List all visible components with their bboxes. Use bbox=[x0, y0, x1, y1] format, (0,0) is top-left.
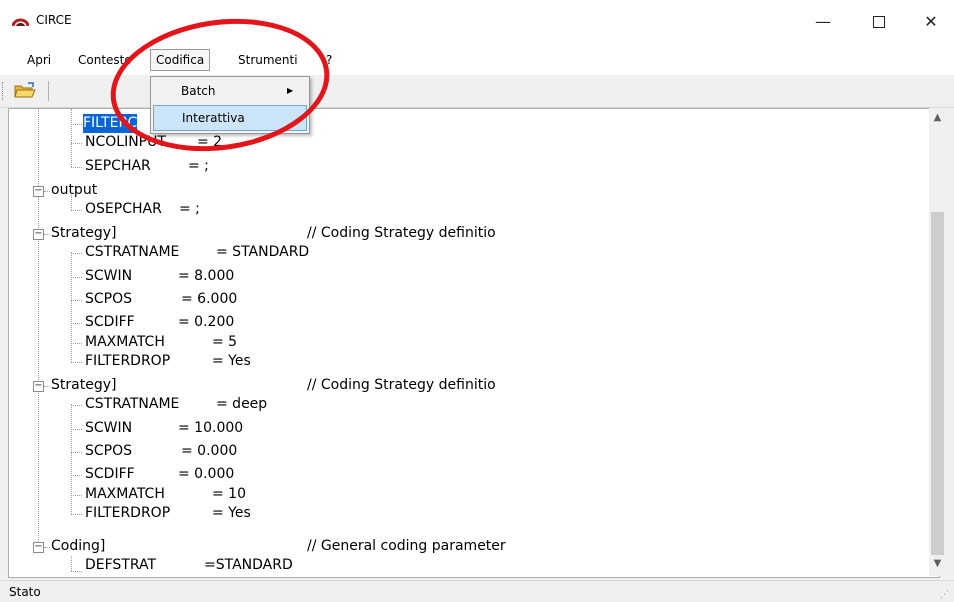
toolbar-separator bbox=[48, 81, 49, 101]
tree-node-osepchar[interactable]: OSEPCHAR = ; bbox=[85, 200, 200, 219]
tree-line bbox=[71, 253, 82, 254]
tree-line bbox=[71, 277, 82, 278]
title-bar: CIRCE — ✕ bbox=[0, 0, 954, 44]
tree-line bbox=[71, 495, 82, 496]
tree-node-scwin[interactable]: SCWIN = 10.000 bbox=[85, 419, 243, 438]
tree-line bbox=[71, 556, 72, 571]
tree-line bbox=[38, 109, 39, 552]
tree-line bbox=[71, 124, 82, 125]
tree-line bbox=[44, 234, 50, 235]
menu-strumenti[interactable]: Strumenti bbox=[233, 50, 303, 70]
tree-line bbox=[71, 571, 82, 572]
tree-node-defstrat[interactable]: DEFSTRAT =STANDARD bbox=[85, 556, 293, 575]
tree-node-filter[interactable]: FILTERC bbox=[83, 114, 138, 133]
menu-apri[interactable]: Apri bbox=[22, 50, 56, 70]
app-logo-icon bbox=[12, 18, 29, 27]
tree-line bbox=[71, 429, 82, 430]
tree-node-output[interactable]: output bbox=[51, 181, 97, 200]
collapse-toggle[interactable]: − bbox=[33, 186, 44, 197]
collapse-toggle[interactable]: − bbox=[33, 229, 44, 240]
close-icon: ✕ bbox=[924, 12, 938, 31]
maximize-button[interactable] bbox=[856, 0, 902, 44]
tree-line bbox=[71, 452, 82, 453]
minimize-icon: — bbox=[815, 12, 831, 31]
tree-node-cstratname[interactable]: CSTRATNAME = STANDARD bbox=[85, 243, 309, 262]
tree-node-maxmatch[interactable]: MAXMATCH = 5 bbox=[85, 333, 237, 352]
tree-line bbox=[71, 109, 72, 167]
menu-item-interattiva[interactable]: Interattiva bbox=[153, 105, 307, 131]
tree-node-scdiff[interactable]: SCDIFF = 0.000 bbox=[85, 465, 234, 484]
scroll-up-icon[interactable]: ▲ bbox=[929, 112, 946, 126]
tree-node-strategy[interactable]: Strategy]// Coding Strategy definitio bbox=[51, 376, 496, 395]
menu-bar: Apri Contesto Codifica Strumenti ? bbox=[0, 44, 954, 75]
tree-node-maxmatch[interactable]: MAXMATCH = 10 bbox=[85, 485, 246, 504]
tree-line bbox=[71, 167, 82, 168]
tree-node-scpos[interactable]: SCPOS = 6.000 bbox=[85, 290, 237, 309]
maximize-icon bbox=[873, 15, 885, 28]
tree-line bbox=[71, 323, 82, 324]
tree-line bbox=[44, 191, 50, 192]
toolbar bbox=[0, 75, 954, 108]
tree-line bbox=[71, 362, 82, 363]
tree-node-sepchar[interactable]: SEPCHAR = ; bbox=[85, 157, 209, 176]
menu-codifica[interactable]: Codifica bbox=[150, 49, 211, 71]
tree-line bbox=[71, 404, 72, 514]
tree-node-ncolinput[interactable]: NCOLINPUT = 2 bbox=[85, 133, 222, 152]
tree-line bbox=[71, 300, 82, 301]
window-title: CIRCE bbox=[36, 13, 72, 27]
tree-node-scwin[interactable]: SCWIN = 8.000 bbox=[85, 267, 234, 286]
tree-node-coding[interactable]: Coding]// General coding parameter bbox=[51, 537, 506, 556]
open-folder-icon[interactable] bbox=[12, 81, 38, 101]
tree-node-filterdrop[interactable]: FILTERDROP = Yes bbox=[85, 504, 251, 523]
tree-line bbox=[71, 514, 82, 515]
close-button[interactable]: ✕ bbox=[908, 0, 954, 44]
tree-line bbox=[44, 386, 50, 387]
tree-node-strategy[interactable]: Strategy]// Coding Strategy definitio bbox=[51, 224, 496, 243]
tree-line bbox=[71, 405, 82, 406]
resize-grip-icon[interactable]: ⋰ bbox=[940, 590, 949, 600]
menu-contesto[interactable]: Contesto bbox=[73, 50, 137, 70]
menu-help[interactable]: ? bbox=[321, 50, 337, 70]
submenu-arrow-icon: ▶ bbox=[287, 86, 294, 95]
scroll-down-icon[interactable]: ▼ bbox=[929, 558, 946, 572]
tree-line bbox=[71, 143, 82, 144]
minimize-button[interactable]: — bbox=[800, 0, 846, 44]
tree-line bbox=[71, 343, 82, 344]
tree-line bbox=[71, 252, 72, 362]
status-bar: Stato bbox=[0, 580, 954, 602]
status-text: Stato bbox=[9, 585, 41, 599]
menu-item-batch[interactable]: Batch ▶ bbox=[153, 79, 307, 103]
scrollbar-thumb[interactable] bbox=[931, 212, 944, 555]
collapse-toggle[interactable]: − bbox=[33, 542, 44, 553]
config-tree[interactable]: FILTERC NCOLINPUT = 2 SEPCHAR = ; − output… bbox=[8, 108, 940, 578]
tree-node-filterdrop[interactable]: FILTERDROP = Yes bbox=[85, 352, 251, 371]
toolbar-grip[interactable] bbox=[2, 82, 6, 100]
tree-node-scpos[interactable]: SCPOS = 0.000 bbox=[85, 442, 237, 461]
tree-node-cstratname[interactable]: CSTRATNAME = deep bbox=[85, 395, 267, 414]
tree-line bbox=[44, 547, 50, 548]
tree-node-scdiff[interactable]: SCDIFF = 0.200 bbox=[85, 313, 234, 332]
collapse-toggle[interactable]: − bbox=[33, 381, 44, 392]
tree-line bbox=[71, 475, 82, 476]
circe-window: CIRCE — ✕ Apri Contesto Codifica Strumen… bbox=[0, 0, 954, 602]
codifica-dropdown: Batch ▶ Interattiva bbox=[150, 76, 310, 134]
tree-line bbox=[71, 210, 82, 211]
